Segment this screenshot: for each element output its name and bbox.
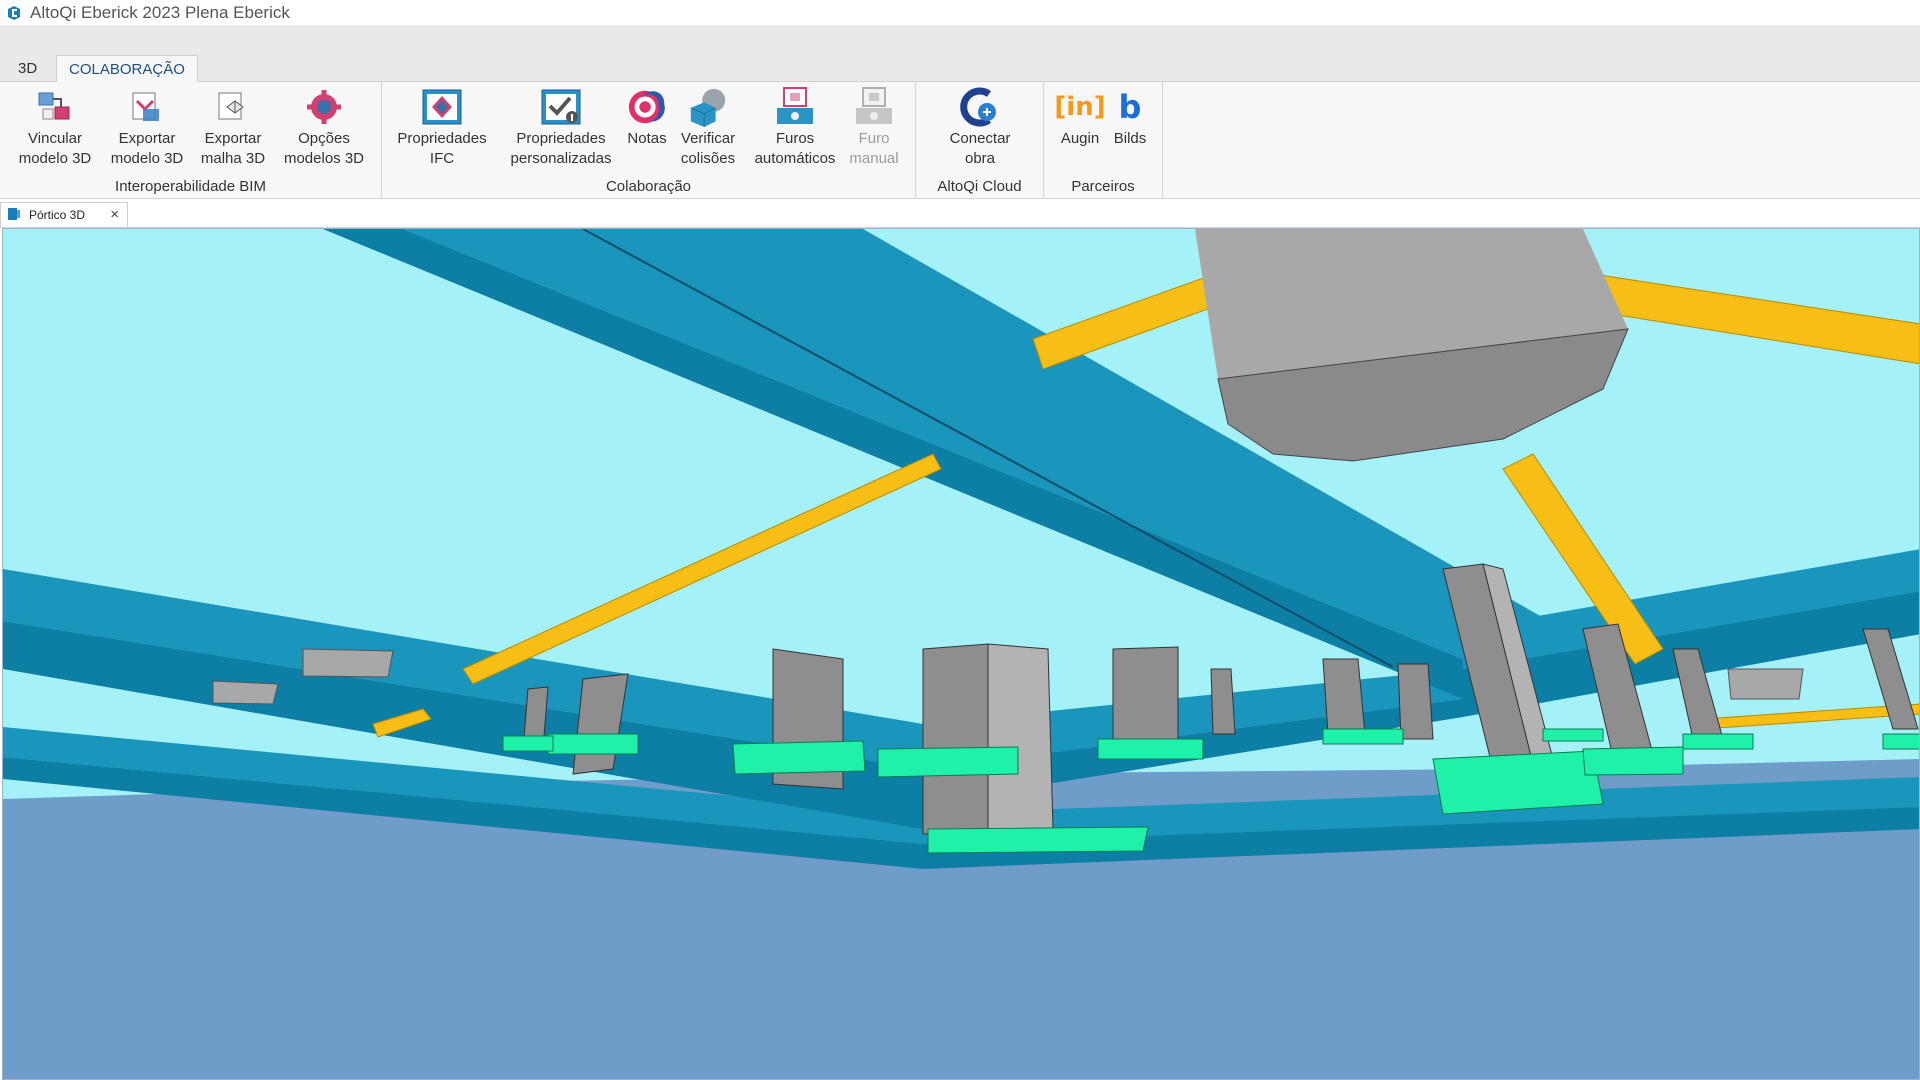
augin-icon: [in] [1054, 86, 1105, 128]
small-tank-far-left [212, 680, 279, 705]
check-collisions-label-2: colisões [680, 150, 736, 167]
auto-holes-button[interactable]: Furos automáticos [748, 86, 842, 168]
auto-holes-label-1: Furos [775, 130, 815, 147]
footing-right-front [1432, 750, 1604, 815]
portico-view-icon [7, 207, 21, 224]
ribbon-panel: Vincular modelo 3D Exportar modelo 3D Ex… [0, 82, 1920, 199]
group-label-partners: Parceiros [1071, 178, 1135, 195]
model-options-label-1: Opções [298, 130, 350, 147]
augin-logo-text: [in] [1054, 92, 1106, 122]
ifc-properties-label-2: IFC [429, 150, 455, 167]
augin-button[interactable]: [in] Augin [1054, 86, 1105, 148]
export-mesh-label-2: malha 3D [200, 150, 266, 167]
group-parceiros: [in] Augin b Bilds Parceiros [1044, 82, 1163, 199]
title-bar: AltoQi Eberick 2023 Plena Eberick [0, 0, 1920, 25]
notes-label: Notas [627, 130, 667, 147]
footing-center-right [1097, 738, 1204, 760]
tab-portico-3d-label: Pórtico 3D [29, 208, 86, 222]
check-collisions-icon [687, 86, 729, 128]
manual-hole-icon [853, 86, 895, 128]
bilds-button[interactable]: b Bilds [1106, 86, 1154, 148]
auto-holes-icon [774, 86, 816, 128]
connect-project-label-1: Conectar [949, 130, 1011, 147]
tab-portico-3d[interactable]: Pórtico 3D × [0, 202, 128, 227]
window-title: AltoQi Eberick 2023 Plena Eberick [30, 2, 290, 22]
link-model-label-2: modelo 3D [18, 150, 92, 167]
connect-project-button[interactable]: Conectar obra [930, 86, 1030, 168]
export-model-label-1: Exportar [118, 130, 176, 147]
column-far-right-b [1397, 663, 1434, 740]
group-colaboracao: Propriedades IFC Propriedades personaliz… [382, 82, 916, 199]
custom-properties-button[interactable]: Propriedades personalizadas [502, 86, 620, 168]
group-altoqi-cloud: Conectar obra AltoQi Cloud [916, 82, 1044, 199]
footing-left-b [547, 733, 639, 755]
footing-far-right-b [1542, 728, 1604, 742]
export-model-button[interactable]: Exportar modelo 3D [104, 86, 190, 168]
export-model-label-2: modelo 3D [110, 150, 184, 167]
link-model-icon [34, 86, 76, 128]
bilds-label: Bilds [1113, 130, 1147, 147]
viewport-3d[interactable] [2, 228, 1920, 1080]
document-tab-bar: Pórtico 3D × [0, 199, 1920, 228]
column-far-center [1210, 668, 1236, 735]
link-model-button[interactable]: Vincular modelo 3D [12, 86, 98, 168]
tab-3d[interactable]: 3D [6, 55, 49, 82]
bilds-logo-text: b [1118, 88, 1142, 126]
augin-label: Augin [1060, 130, 1100, 147]
notes-icon [626, 86, 668, 128]
small-tank-left [302, 648, 394, 678]
app-logo-icon [6, 5, 22, 21]
footing-center-left [877, 746, 1019, 778]
tab-colaboracao[interactable]: COLABORAÇÃO [56, 55, 198, 83]
check-collisions-label-1: Verificar [680, 130, 736, 147]
group-label-cloud: AltoQi Cloud [937, 178, 1022, 195]
export-mesh-label-1: Exportar [204, 130, 262, 147]
export-mesh-button[interactable]: Exportar malha 3D [193, 86, 273, 168]
connect-project-icon [959, 86, 1001, 128]
model-options-label-2: modelos 3D [283, 150, 365, 167]
column-center-front-side [987, 643, 1054, 830]
ifc-properties-button[interactable]: Propriedades IFC [392, 86, 492, 168]
portico-3d-scene [3, 229, 1919, 1079]
auto-holes-label-2: automáticos [754, 150, 836, 167]
model-options-button[interactable]: Opções modelos 3D [278, 86, 370, 168]
column-center-front [922, 643, 989, 835]
column-far-right-a [1322, 658, 1366, 735]
manual-hole-label-1: Furo [858, 130, 890, 147]
link-model-label-1: Vincular [28, 130, 82, 147]
bilds-icon: b [1109, 86, 1151, 128]
close-tab-icon[interactable]: × [110, 206, 119, 223]
footing-far-right-a [1322, 728, 1404, 745]
ifc-properties-icon [421, 86, 463, 128]
footing-left-a [732, 740, 866, 775]
connect-project-label-2: obra [964, 150, 996, 167]
export-mesh-icon [212, 86, 254, 128]
footing-far-left [502, 735, 554, 752]
footing-center [927, 826, 1149, 854]
check-collisions-button[interactable]: Verificar colisões [676, 86, 740, 168]
custom-properties-icon [540, 86, 582, 128]
export-model-icon [126, 86, 168, 128]
group-label-bim: Interoperabilidade BIM [115, 178, 266, 195]
small-tank-right [1727, 668, 1804, 700]
footing-right [1582, 746, 1684, 776]
footing-edge-right [1882, 733, 1919, 750]
manual-hole-label-2: manual [849, 150, 899, 167]
model-options-icon [303, 86, 345, 128]
group-label-colaboracao: Colaboração [605, 178, 692, 195]
notes-button[interactable]: Notas [622, 86, 672, 148]
ifc-properties-label-1: Propriedades [397, 130, 487, 147]
custom-properties-label-2: personalizadas [510, 150, 612, 167]
footing-far-right-c [1682, 733, 1754, 750]
custom-properties-label-1: Propriedades [516, 130, 606, 147]
manual-hole-button[interactable]: Furo manual [844, 86, 904, 168]
group-interoperabilidade-bim: Vincular modelo 3D Exportar modelo 3D Ex… [0, 82, 382, 199]
ribbon-tab-strip: 3D COLABORAÇÃO [0, 25, 1920, 83]
